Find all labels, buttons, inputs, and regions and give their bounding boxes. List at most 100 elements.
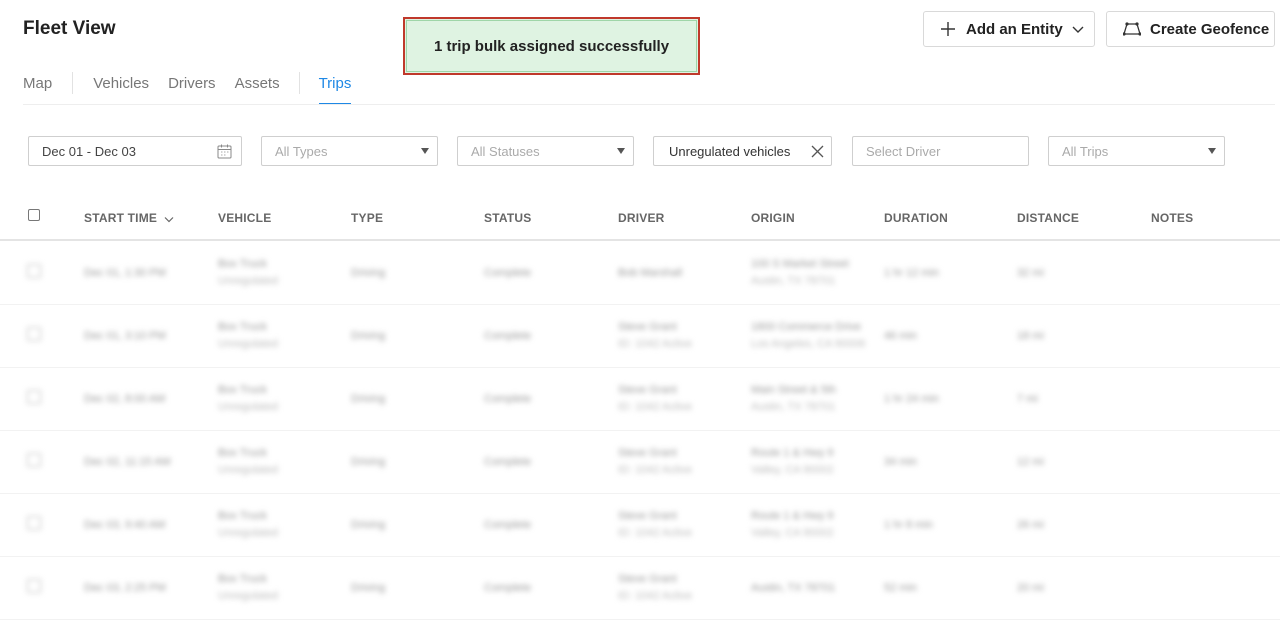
cell-driver: Steve Grant ID: 1042 Active <box>618 384 692 413</box>
cell-duration: 46 min <box>884 330 918 342</box>
page-title: Fleet View <box>23 18 116 39</box>
tab-vehicles[interactable]: Vehicles <box>93 75 149 92</box>
cell-type: Driving <box>351 330 386 342</box>
cell-distance: 18 mi <box>1017 330 1044 342</box>
tab-trips[interactable]: Trips <box>318 75 351 105</box>
date-range-picker[interactable]: Dec 01 - Dec 03 <box>28 136 242 166</box>
tab-assets[interactable]: Assets <box>235 75 280 92</box>
vehicle-filter-value: Unregulated vehicles <box>669 143 791 159</box>
cell-origin: Austin, TX 78701 <box>751 582 836 594</box>
geofence-icon <box>1123 20 1141 38</box>
cell-duration: 52 min <box>884 582 918 594</box>
cell-origin: Route 1 & Hwy 9 Valley, CA 90002 <box>751 510 834 539</box>
column-header-origin[interactable]: ORIGIN <box>751 211 795 225</box>
cell-origin: 100 S Market Street Austin, TX 78701 <box>751 258 849 287</box>
column-header-duration[interactable]: DURATION <box>884 211 948 225</box>
nav-tabs: Map Vehicles Drivers Assets Trips <box>23 72 351 105</box>
add-entity-button[interactable]: Add an Entity <box>923 11 1095 47</box>
cell-type: Driving <box>351 393 386 405</box>
plus-icon <box>939 20 957 38</box>
column-header-status[interactable]: STATUS <box>484 211 531 225</box>
column-header-type[interactable]: TYPE <box>351 211 383 225</box>
cell-status: Complete <box>484 267 532 279</box>
caret-down-icon <box>421 148 429 154</box>
cell-status: Complete <box>484 456 532 468</box>
row-checkbox[interactable] <box>27 264 41 278</box>
success-toast: 1 trip bulk assigned successfully <box>403 17 700 75</box>
row-checkbox[interactable] <box>27 390 41 404</box>
driver-input[interactable]: Select Driver <box>852 136 1029 166</box>
cell-start-time: Dec 01, 1:30 PM <box>84 267 166 279</box>
create-geofence-label: Create Geofence <box>1150 20 1270 38</box>
cell-driver: Bob Marshall <box>618 267 683 279</box>
row-checkbox[interactable] <box>27 327 41 341</box>
statuses-select[interactable]: All Statuses <box>457 136 634 166</box>
table-row[interactable]: Dec 02, 8:00 AM Box Truck Unregulated Drivi… <box>0 368 1280 431</box>
tab-drivers[interactable]: Drivers <box>168 75 216 92</box>
table-row[interactable]: Dec 02, 11:15 AM Box Truck Unregulated Driv… <box>0 431 1280 494</box>
column-header-vehicle[interactable]: VEHICLE <box>218 211 271 225</box>
trips-value: All Trips <box>1062 143 1109 159</box>
cell-driver: Steve Grant ID: 1042 Active <box>618 321 692 350</box>
close-icon[interactable] <box>810 144 825 162</box>
cell-start-time: Dec 01, 3:10 PM <box>84 330 166 342</box>
cell-distance: 12 mi <box>1017 456 1044 468</box>
calendar-icon <box>217 144 232 162</box>
date-range-value: Dec 01 - Dec 03 <box>42 143 136 159</box>
cell-start-time: Dec 03, 9:40 AM <box>84 519 166 531</box>
chevron-down-icon <box>1071 24 1085 34</box>
trips-select[interactable]: All Trips <box>1048 136 1225 166</box>
table-header: START TIME VEHICLE TYPE STATUS DRIVER OR… <box>0 199 1280 241</box>
statuses-value: All Statuses <box>471 143 540 159</box>
caret-down-icon <box>617 148 625 154</box>
column-header-distance[interactable]: DISTANCE <box>1017 211 1079 225</box>
cell-driver: Steve Grant ID: 1042 Active <box>618 447 692 476</box>
row-checkbox[interactable] <box>27 579 41 593</box>
cell-status: Complete <box>484 582 532 594</box>
select-all-checkbox[interactable] <box>28 209 40 221</box>
cell-vehicle: Box Truck Unregulated <box>218 573 278 602</box>
column-header-driver[interactable]: DRIVER <box>618 211 665 225</box>
cell-vehicle: Box Truck Unregulated <box>218 510 278 539</box>
cell-start-time: Dec 02, 11:15 AM <box>84 456 171 468</box>
tab-map[interactable]: Map <box>23 75 52 92</box>
row-checkbox[interactable] <box>27 453 41 467</box>
column-header-start-time[interactable]: START TIME <box>84 211 174 226</box>
cell-driver: Steve Grant ID: 1042 Active <box>618 510 692 539</box>
table-row[interactable]: Dec 01, 1:30 PM Box Truck Unregulated Drivi… <box>0 242 1280 305</box>
cell-type: Driving <box>351 267 386 279</box>
cell-vehicle: Box Truck Unregulated <box>218 258 278 287</box>
table-row[interactable]: Dec 01, 3:10 PM Box Truck Unregulated Drivi… <box>0 305 1280 368</box>
cell-distance: 26 mi <box>1017 519 1044 531</box>
sort-chevron-icon <box>164 212 174 226</box>
column-header-notes[interactable]: NOTES <box>1151 211 1193 225</box>
table-row[interactable]: Dec 03, 2:25 PM Box Truck Unregulated Drivi… <box>0 557 1280 620</box>
row-checkbox[interactable] <box>27 516 41 530</box>
cell-status: Complete <box>484 330 532 342</box>
cell-origin: Main Street & 5th Austin, TX 78701 <box>751 384 836 413</box>
cell-origin: 1800 Commerce Drive Los Angeles, CA 90006 <box>751 321 866 350</box>
header-divider <box>23 104 1275 105</box>
toast-message: 1 trip bulk assigned successfully <box>433 37 670 55</box>
cell-origin: Route 1 & Hwy 9 Valley, CA 90002 <box>751 447 834 476</box>
cell-duration: 34 min <box>884 456 918 468</box>
cell-duration: 1 hr 8 min <box>884 519 933 531</box>
cell-start-time: Dec 03, 2:25 PM <box>84 582 166 594</box>
cell-distance: 7 mi <box>1017 393 1038 405</box>
cell-type: Driving <box>351 582 386 594</box>
cell-duration: 1 hr 24 min <box>884 393 940 405</box>
cell-driver: Steve Grant ID: 1042 Active <box>618 573 692 602</box>
types-select[interactable]: All Types <box>261 136 438 166</box>
cell-vehicle: Box Truck Unregulated <box>218 447 278 476</box>
vehicle-filter-chip[interactable]: Unregulated vehicles <box>653 136 832 166</box>
types-value: All Types <box>275 143 328 159</box>
create-geofence-button[interactable]: Create Geofence <box>1106 11 1275 47</box>
table-row[interactable]: Dec 03, 9:40 AM Box Truck Unregulated Drivi… <box>0 494 1280 557</box>
cell-status: Complete <box>484 519 532 531</box>
cell-duration: 1 hr 12 min <box>884 267 940 279</box>
tab-divider <box>298 72 300 94</box>
caret-down-icon <box>1208 148 1216 154</box>
cell-status: Complete <box>484 393 532 405</box>
cell-start-time: Dec 02, 8:00 AM <box>84 393 166 405</box>
cell-distance: 32 mi <box>1017 267 1044 279</box>
